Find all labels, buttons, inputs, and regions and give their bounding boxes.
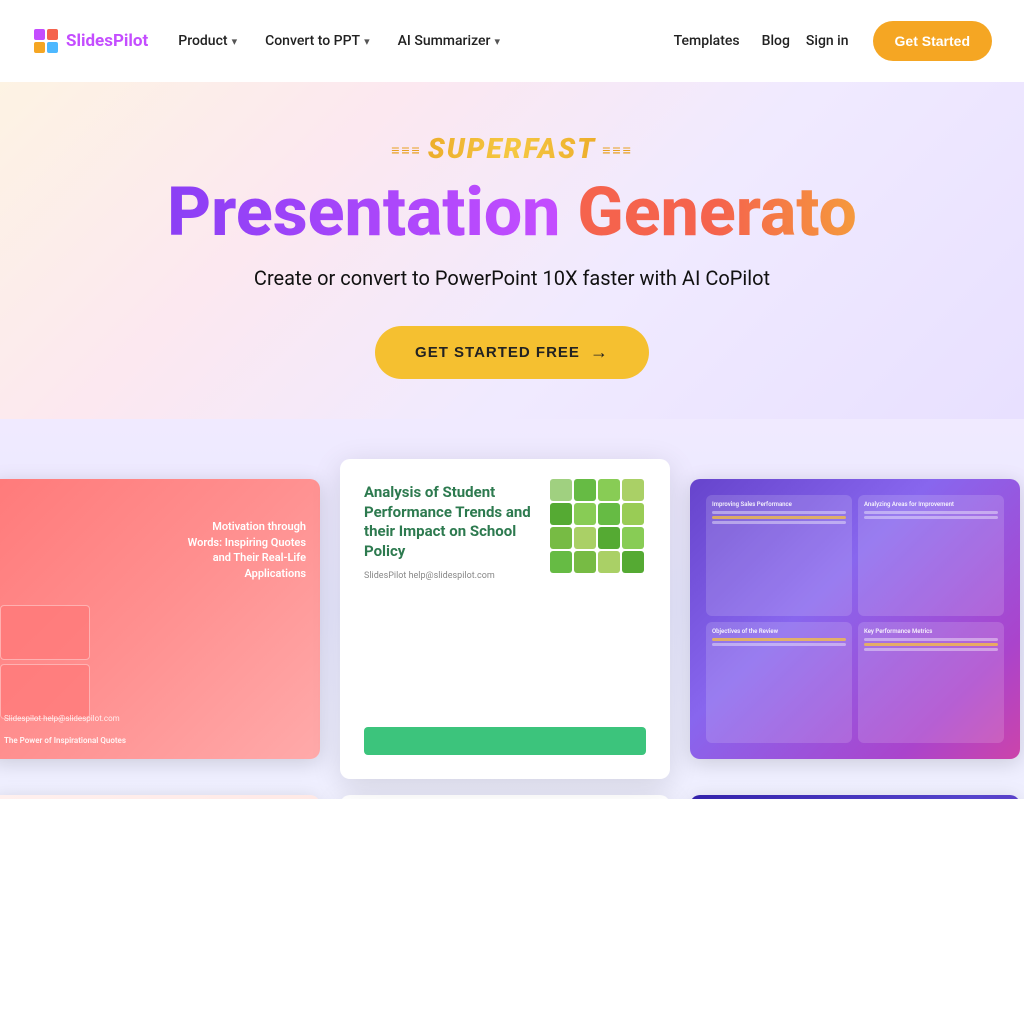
checker-cell — [574, 527, 596, 549]
cards-section: Motivation through Words: Inspiring Quot… — [0, 419, 1024, 799]
ai-chevron-icon: ▾ — [494, 35, 500, 48]
checker-cell — [598, 551, 620, 573]
card-center-title: Analysis of Student Performance Trends a… — [364, 483, 544, 561]
logo-text: SlidesPilot — [66, 31, 148, 51]
checker-cell — [550, 503, 572, 525]
mini-slides — [0, 605, 90, 719]
checker-cell — [598, 527, 620, 549]
arrow-icon: → — [590, 342, 609, 363]
navigation: SlidesPilot Product ▾ Convert to PPT ▾ A… — [0, 0, 1024, 82]
cards-row-2: Maximizing Efficiency: A Guide to Time M… — [0, 795, 1024, 799]
hero-title: Presentation Generato — [32, 177, 992, 248]
checker-graphic — [550, 479, 650, 579]
cta-button[interactable]: GET STARTED FREE → — [375, 326, 649, 379]
checker-cell — [574, 551, 596, 573]
card-analysis[interactable]: Analysis of Student Performance Trends a… — [340, 459, 670, 779]
card-left-bottom: Slidespilot help@slidespilot.com — [4, 713, 120, 725]
checker-cell — [622, 551, 644, 573]
mini-slide-2 — [0, 664, 90, 719]
checker-cell — [598, 479, 620, 501]
checker-cell — [622, 503, 644, 525]
nav-blog[interactable]: Blog — [754, 25, 798, 57]
nav-templates[interactable]: Templates — [660, 25, 754, 57]
card-right-slides: Improving Sales Performance Analyzing Ar… — [706, 495, 1004, 743]
nav-ai-summarizer[interactable]: AI Summarizer ▾ — [384, 25, 514, 57]
cta-label: GET STARTED FREE — [415, 344, 580, 361]
mini-slide-1 — [0, 605, 90, 660]
get-started-button[interactable]: Get Started — [873, 21, 992, 61]
hero-section: SUPERFAST Presentation Generato Create o… — [0, 82, 1024, 419]
checker-cell — [550, 527, 572, 549]
card-left-text: Motivation through Words: Inspiring Quot… — [176, 519, 306, 581]
card-motivation[interactable]: Motivation through Words: Inspiring Quot… — [0, 479, 320, 759]
cards-row-1: Motivation through Words: Inspiring Quot… — [0, 459, 1024, 779]
product-chevron-icon: ▾ — [232, 35, 238, 48]
hero-subtitle: Create or convert to PowerPoint 10X fast… — [32, 266, 992, 290]
nav-convert-ppt[interactable]: Convert to PPT ▾ — [251, 25, 384, 57]
checker-cell — [622, 479, 644, 501]
green-bar — [364, 727, 646, 755]
slide-2: Analyzing Areas for Improvement — [858, 495, 1004, 616]
checker-cell — [550, 479, 572, 501]
logo-icon — [32, 27, 60, 55]
logo[interactable]: SlidesPilot — [32, 27, 148, 55]
checker-cell — [550, 551, 572, 573]
slide-4: Key Performance Metrics — [858, 622, 1004, 743]
card-table[interactable] — [340, 795, 670, 799]
slide-1: Improving Sales Performance — [706, 495, 852, 616]
card-efficiency[interactable]: Maximizing Efficiency: A Guide to Time M… — [0, 795, 320, 799]
checker-cell — [574, 479, 596, 501]
card-left-title-bottom: The Power of Inspirational Quotes — [4, 736, 306, 745]
card-achievements[interactable]: Celebratin A S... Impressive Achievement… — [690, 795, 1020, 799]
convert-chevron-icon: ▾ — [364, 35, 370, 48]
superfast-label: SUPERFAST — [32, 132, 992, 177]
nav-product[interactable]: Product ▾ — [164, 25, 251, 57]
nav-signin[interactable]: Sign in — [798, 25, 857, 57]
slide-3: Objectives of the Review — [706, 622, 852, 743]
card-sales[interactable]: Improving Sales Performance Analyzing Ar… — [690, 479, 1020, 759]
checker-cell — [598, 503, 620, 525]
checker-cell — [622, 527, 644, 549]
checker-cell — [574, 503, 596, 525]
